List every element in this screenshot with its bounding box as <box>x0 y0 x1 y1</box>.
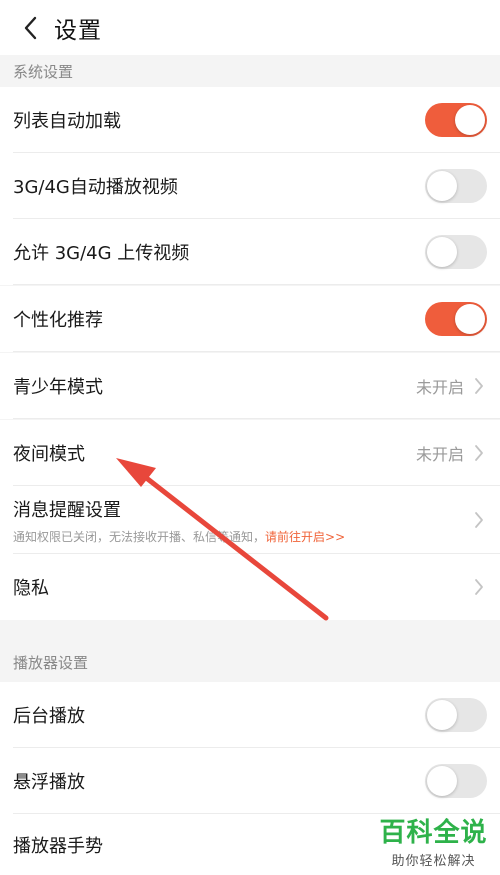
teen-mode-status: 未开启 <box>415 378 464 397</box>
chevron-right-icon <box>472 510 486 530</box>
personalized-recommendation-toggle[interactable] <box>425 302 487 336</box>
row-privacy[interactable]: 隐私 <box>0 554 500 620</box>
toggle-knob <box>455 304 485 334</box>
chevron-right-icon <box>472 577 486 597</box>
row-notification-settings[interactable]: 消息提醒设置 通知权限已关闭，无法接收开播、私信等通知，请前往开启>> <box>0 486 500 554</box>
row-list-autoload[interactable]: 列表自动加载 <box>0 87 500 153</box>
row-mobile-upload[interactable]: 允许 3G/4G 上传视频 <box>0 219 500 285</box>
section-title-player: 播放器设置 <box>0 620 500 682</box>
row-night-mode[interactable]: 夜间模式 未开启 <box>0 420 500 486</box>
watermark-subtitle: 助你轻松解决 <box>391 854 476 869</box>
floating-play-toggle[interactable] <box>425 764 487 798</box>
row-label: 消息提醒设置 <box>13 499 121 521</box>
section-title-system: 系统设置 <box>0 55 500 87</box>
chevron-right-icon <box>472 443 486 463</box>
list-autoload-toggle[interactable] <box>425 103 487 137</box>
row-label: 悬浮播放 <box>13 772 85 793</box>
toggle-knob <box>427 700 457 730</box>
chevron-left-icon[interactable] <box>14 11 48 45</box>
toggle-knob <box>427 171 457 201</box>
row-floating-play[interactable]: 悬浮播放 <box>0 748 500 814</box>
row-label: 列表自动加载 <box>13 111 121 132</box>
row-label: 个性化推荐 <box>13 310 103 331</box>
watermark-logo: 百科全说 助你轻松解决 <box>376 812 491 869</box>
notification-hint-text: 通知权限已关闭，无法接收开播、私信等通知， <box>13 529 266 544</box>
toggle-knob <box>455 105 485 135</box>
row-label: 隐私 <box>13 578 49 599</box>
row-teen-mode[interactable]: 青少年模式 未开启 <box>0 353 500 419</box>
row-text: 消息提醒设置 通知权限已关闭，无法接收开播、私信等通知，请前往开启>> <box>13 496 472 545</box>
row-label: 允许 3G/4G 上传视频 <box>13 243 190 264</box>
row-label: 3G/4G自动播放视频 <box>13 177 178 198</box>
row-autoplay-video[interactable]: 3G/4G自动播放视频 <box>0 153 500 219</box>
night-mode-status: 未开启 <box>415 445 464 464</box>
notification-hint: 通知权限已关闭，无法接收开播、私信等通知，请前往开启>> <box>13 528 472 545</box>
watermark-title: 百科全说 <box>379 818 488 848</box>
row-background-play[interactable]: 后台播放 <box>0 682 500 748</box>
toggle-knob <box>427 766 457 796</box>
row-personalized-recommendation[interactable]: 个性化推荐 <box>0 286 500 352</box>
top-bar: 设置 <box>0 0 500 55</box>
row-label: 青少年模式 <box>13 377 103 398</box>
enable-notification-link[interactable]: 请前往开启>> <box>265 530 345 544</box>
background-play-toggle[interactable] <box>425 698 487 732</box>
autoplay-video-toggle[interactable] <box>425 169 487 203</box>
mobile-upload-toggle[interactable] <box>425 235 487 269</box>
page-title: 设置 <box>54 17 102 44</box>
row-label: 后台播放 <box>13 706 85 727</box>
toggle-knob <box>427 237 457 267</box>
chevron-right-icon <box>472 376 486 396</box>
row-label: 夜间模式 <box>13 444 85 465</box>
